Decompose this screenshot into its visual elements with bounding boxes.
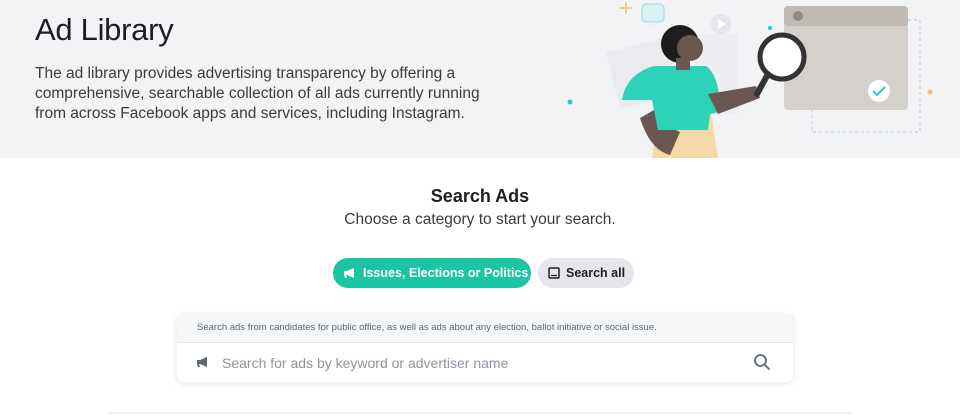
search-box xyxy=(177,342,793,382)
category-issues-button[interactable]: Issues, Elections or Politics xyxy=(333,258,531,288)
category-issues-label: Issues, Elections or Politics xyxy=(363,266,529,280)
search-subheading: Choose a category to start your search. xyxy=(344,211,616,228)
play-icon xyxy=(711,14,731,34)
hero-description: The ad library provides advertising tran… xyxy=(35,65,480,122)
sparkle-icon xyxy=(620,2,632,14)
search-input[interactable] xyxy=(222,351,742,375)
dot-decoration xyxy=(927,89,933,95)
megaphone-icon xyxy=(343,267,357,279)
search-hint: Search ads from candidates for public of… xyxy=(197,322,657,333)
hero-illustration xyxy=(567,2,933,158)
checkmark-icon xyxy=(868,80,890,102)
hero-banner: Ad Library The ad library provides adver… xyxy=(0,0,960,158)
search-heading: Search Ads xyxy=(430,186,530,206)
divider xyxy=(108,412,852,414)
dot-decoration xyxy=(567,99,573,105)
tablet-icon xyxy=(548,267,560,279)
category-search-all-button[interactable]: Search all xyxy=(538,258,634,288)
search-panel: Search ads from candidates for public of… xyxy=(177,314,793,382)
chat-bubble-icon xyxy=(641,3,665,27)
category-selector: Issues, Elections or Politics Search all xyxy=(333,258,634,288)
dot-decoration xyxy=(768,26,772,30)
category-search-all-label: Search all xyxy=(566,266,626,280)
page-title: Ad Library xyxy=(35,12,174,47)
megaphone-icon xyxy=(196,355,210,373)
search-icon[interactable] xyxy=(753,353,771,376)
